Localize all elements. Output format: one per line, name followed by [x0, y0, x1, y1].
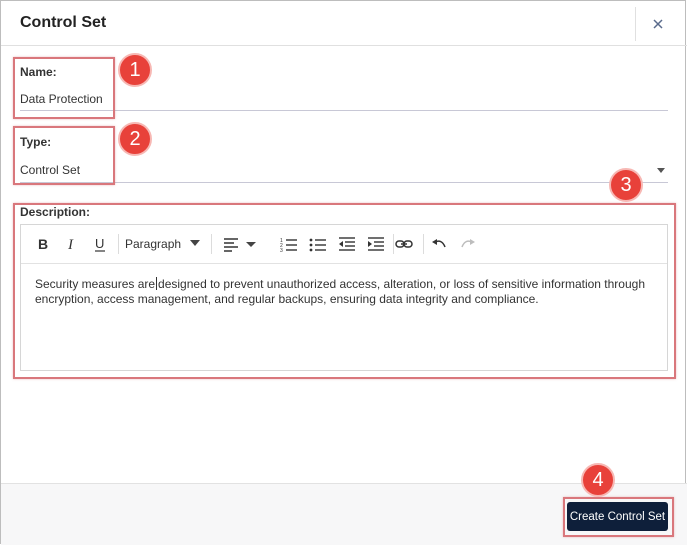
annotation-box-3 [13, 203, 676, 379]
annotation-badge-4: 4 [581, 463, 615, 497]
close-icon [653, 19, 663, 29]
chevron-down-icon[interactable] [657, 168, 665, 173]
dialog-title: Control Set [20, 14, 107, 31]
type-underline [20, 182, 668, 183]
close-button[interactable] [647, 13, 669, 35]
annotation-badge-3: 3 [609, 168, 643, 202]
annotation-badge-2: 2 [118, 122, 152, 156]
dialog-header: Control Set [1, 1, 687, 46]
annotation-box-4 [563, 497, 674, 537]
annotation-box-2 [13, 126, 115, 185]
annotation-box-1 [13, 57, 115, 119]
header-divider [635, 7, 636, 41]
annotation-badge-1: 1 [118, 53, 152, 87]
name-underline [20, 110, 668, 111]
control-set-dialog: Control Set Name: Data Protection Type: … [0, 0, 687, 545]
